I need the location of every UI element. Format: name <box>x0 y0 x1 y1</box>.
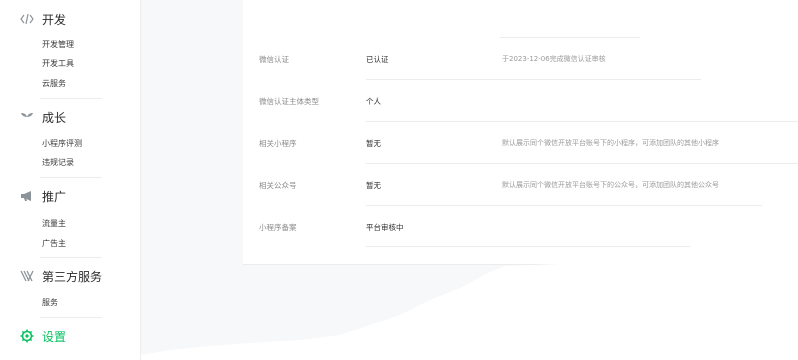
sidebar-item-services[interactable]: 服务 <box>42 296 58 310</box>
nav-group-label: 推广 <box>42 189 67 204</box>
code-icon <box>20 12 34 26</box>
nav-group-label: 设置 <box>42 329 67 344</box>
row-value: 已认证 <box>366 55 389 64</box>
nav-group-label: 开发 <box>42 12 67 27</box>
row-divider <box>366 205 762 206</box>
basic-info-panel: 微信认证 已认证 于2023-12-06完成微信认证审核 微信认证主体类型 个人… <box>243 0 798 265</box>
row-value: 暂无 <box>366 139 381 148</box>
sprout-icon <box>20 110 34 124</box>
sidebar-item-violations[interactable]: 违规记录 <box>42 156 74 170</box>
nav-group-promotion[interactable]: 推广 <box>20 185 66 207</box>
info-row-related-official-account: 相关公众号 暂无 默认展示同个微信开放平台账号下的公众号，可添加团队的其他公众号 <box>243 166 798 208</box>
sidebar-item-cloud-service[interactable]: 云服务 <box>42 77 66 91</box>
info-row-wechat-verify: 微信认证 已认证 于2023-12-06完成微信认证审核 <box>243 40 798 82</box>
nav-divider <box>40 98 102 99</box>
row-divider <box>366 246 690 247</box>
row-label: 微信认证 <box>259 55 289 64</box>
nav-group-settings[interactable]: 设置 <box>20 325 66 347</box>
nav-divider <box>40 317 102 318</box>
row-value: 个人 <box>366 97 381 106</box>
nav-divider <box>40 177 102 178</box>
nav-group-third-party[interactable]: 第三方服务 <box>20 265 102 287</box>
row-value: 暂无 <box>366 181 381 190</box>
row-label: 微信认证主体类型 <box>259 97 319 106</box>
nav-group-growth[interactable]: 成长 <box>20 106 66 128</box>
info-row-filing: 小程序备案 平台审核中 <box>243 208 798 250</box>
sidebar-item-evaluation[interactable]: 小程序评测 <box>42 137 82 151</box>
row-value: 平台审核中 <box>366 223 404 232</box>
nav-group-label: 第三方服务 <box>42 269 103 284</box>
nav-group-develop[interactable]: 开发 <box>20 8 66 30</box>
sidebar-item-dev-tools[interactable]: 开发工具 <box>42 57 74 71</box>
sidebar-item-dev-manage[interactable]: 开发管理 <box>42 38 74 52</box>
row-divider <box>366 79 701 80</box>
megaphone-icon <box>20 189 34 203</box>
sidebar-item-traffic-owner[interactable]: 流量主 <box>42 217 66 231</box>
row-description: 默认展示同个微信开放平台账号下的小程序，可添加团队的其他小程序 <box>502 139 719 147</box>
row-label: 相关小程序 <box>259 139 297 148</box>
network-icon <box>20 269 34 283</box>
row-description: 于2023-12-06完成微信认证审核 <box>502 55 606 63</box>
info-row-related-miniprogram: 相关小程序 暂无 默认展示同个微信开放平台账号下的小程序，可添加团队的其他小程序 <box>243 124 798 166</box>
info-row-subject-type: 微信认证主体类型 个人 <box>243 82 798 124</box>
nav-group-label: 成长 <box>42 110 67 125</box>
row-divider <box>366 121 798 122</box>
gear-icon <box>20 329 34 343</box>
row-label: 相关公众号 <box>259 181 297 190</box>
nav-divider <box>40 257 102 258</box>
row-divider <box>500 37 640 38</box>
row-description: 默认展示同个微信开放平台账号下的公众号，可添加团队的其他公众号 <box>502 181 719 189</box>
row-label: 小程序备案 <box>259 223 297 232</box>
sidebar: 开发 开发管理 开发工具 云服务 成长 小程序评测 违规记录 推广 流量主 广告… <box>0 0 141 360</box>
sidebar-item-advertiser[interactable]: 广告主 <box>42 237 66 251</box>
row-divider <box>366 163 798 164</box>
